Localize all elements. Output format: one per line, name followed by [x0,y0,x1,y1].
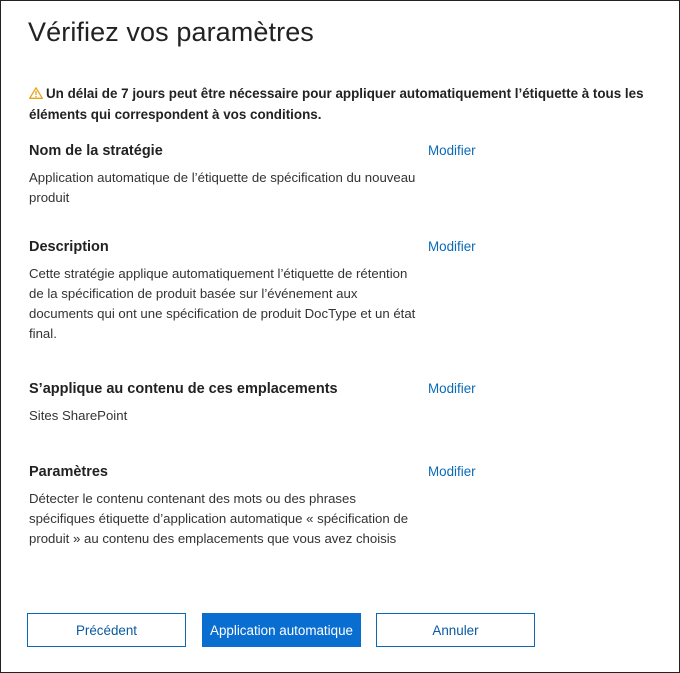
warning-message: Un délai de 7 jours peut être nécessaire… [29,83,659,125]
section-locations: S’applique au contenu de ces emplacement… [29,379,489,426]
section-description: Description Modifier Cette stratégie app… [29,237,489,344]
warning-text: Un délai de 7 jours peut être nécessaire… [29,86,644,122]
section-value: Détecter le contenu contenant des mots o… [29,491,409,546]
back-button[interactable]: Précédent [27,613,186,647]
cancel-button[interactable]: Annuler [376,613,535,647]
section-title: Description [29,239,109,255]
section-title: S’applique au contenu de ces emplacement… [29,381,338,397]
section-settings: Paramètres Modifier Détecter le contenu … [29,462,489,549]
section-title: Paramètres [29,464,108,480]
section-value: Application automatique de l’étiquette d… [29,170,416,205]
section-title: Nom de la stratégie [29,143,163,159]
auto-apply-button[interactable]: Application automatique [202,613,361,647]
modify-policy-name-link[interactable]: Modifier [428,141,476,161]
modify-description-link[interactable]: Modifier [428,237,476,257]
section-value: Cette stratégie applique automatiquement… [29,266,416,341]
review-settings-panel: Vérifiez vos paramètres Un délai de 7 jo… [0,0,680,673]
page-title: Vérifiez vos paramètres [28,17,314,47]
section-value: Sites SharePoint [29,408,128,423]
modify-locations-link[interactable]: Modifier [428,379,476,399]
warning-triangle-icon [29,87,43,99]
section-policy-name: Nom de la stratégie Modifier Application… [29,141,489,208]
modify-settings-link[interactable]: Modifier [428,462,476,482]
